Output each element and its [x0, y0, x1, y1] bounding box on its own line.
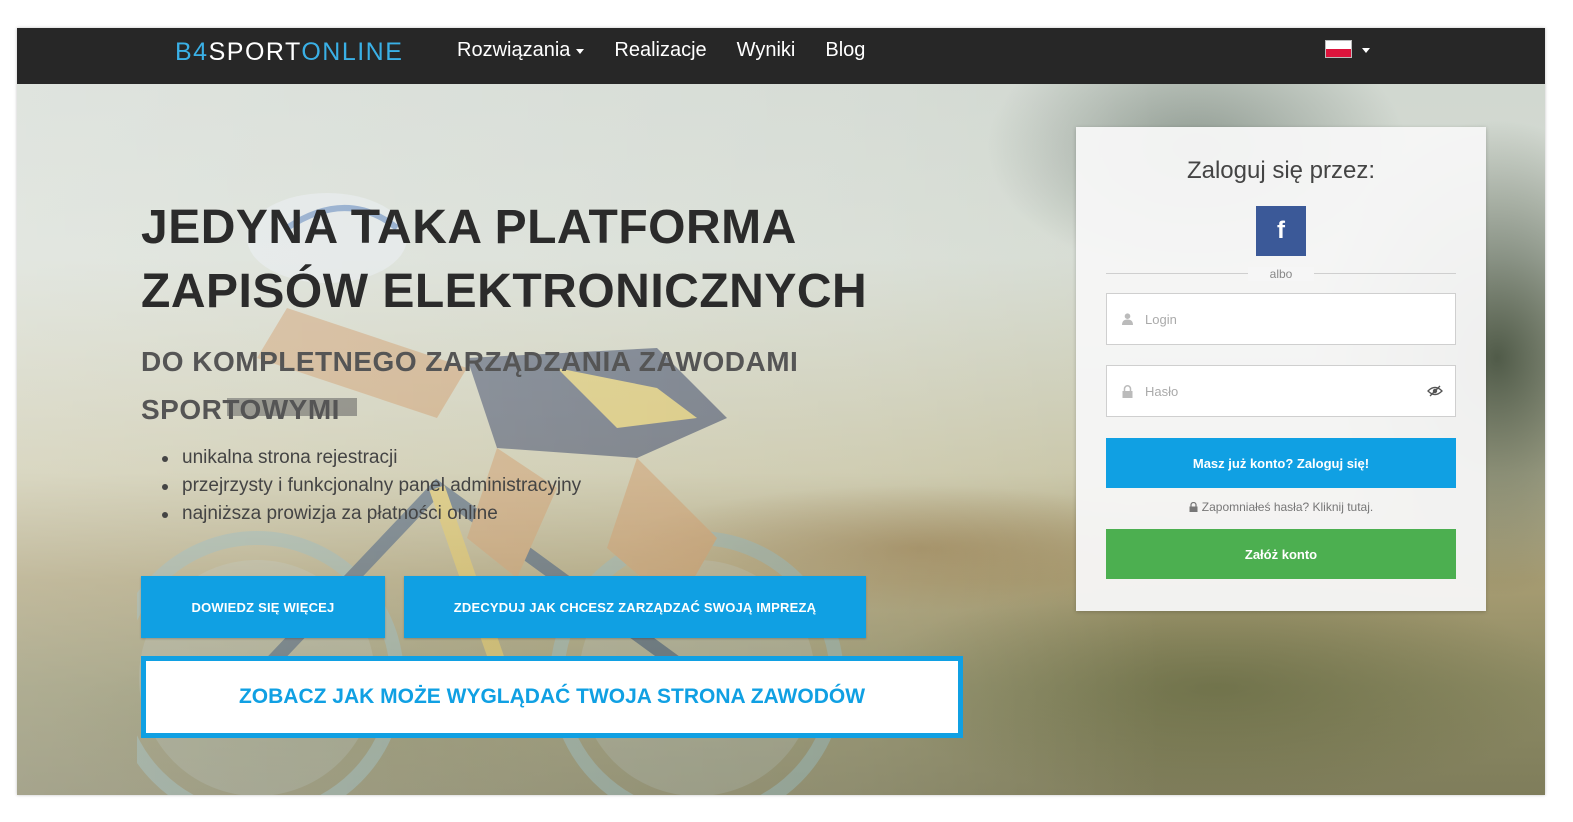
nav-item-label: Rozwiązania [457, 39, 571, 61]
facebook-login-button[interactable]: f [1256, 206, 1306, 256]
forgot-password-label: Zapomniałeś hasła? Kliknij tutaj. [1201, 500, 1374, 514]
login-input[interactable] [1145, 294, 1455, 344]
browser-viewport: B4SPORTONLINE Rozwiązania Realizacje Wyn… [17, 28, 1545, 795]
password-field[interactable] [1106, 365, 1456, 417]
login-button[interactable]: Masz już konto? Zaloguj się! [1106, 438, 1456, 488]
nav-item-realizacje[interactable]: Realizacje [599, 38, 721, 62]
list-item: najniższa prowizja za płatności online [162, 500, 581, 528]
login-panel: Zaloguj się przez: f albo Masz już konto… [1076, 127, 1486, 611]
toggle-password-visibility-icon[interactable] [1427, 385, 1443, 397]
feature-list: unikalna strona rejestracji przejrzysty … [162, 444, 581, 528]
caret-down-icon [1362, 47, 1370, 53]
user-icon [1121, 313, 1133, 325]
top-navbar: B4SPORTONLINE Rozwiązania Realizacje Wyn… [17, 28, 1545, 84]
preview-event-page-button[interactable]: ZOBACZ JAK MOŻE WYGLĄDAĆ TWOJA STRONA ZA… [141, 656, 963, 738]
hero-subheadline: DO KOMPLETNEGO ZARZĄDZANIA ZAWODAMI SPOR… [141, 346, 799, 425]
headline-line-1: JEDYNA TAKA PLATFORMA [141, 201, 797, 254]
nav-item-label: Blog [825, 39, 866, 61]
login-field[interactable] [1106, 293, 1456, 345]
lock-icon [1121, 384, 1133, 398]
forgot-password-link[interactable]: Zapomniałeś hasła? Kliknij tutaj. [1076, 500, 1486, 514]
caret-down-icon [576, 48, 585, 54]
poland-flag-icon [1325, 40, 1352, 58]
nav-item-blog[interactable]: Blog [810, 38, 880, 62]
password-input[interactable] [1145, 366, 1427, 416]
lock-icon [1189, 502, 1198, 512]
list-item: przejrzysty i funkcjonalny panel adminis… [162, 472, 581, 500]
register-button[interactable]: Załóż konto [1106, 529, 1456, 579]
nav-item-label: Realizacje [614, 39, 707, 61]
nav-item-wyniki[interactable]: Wyniki [722, 38, 811, 62]
language-selector[interactable] [1325, 40, 1370, 58]
nav-menu: Rozwiązania Realizacje Wyniki Blog [442, 38, 880, 62]
nav-item-rozwiazania[interactable]: Rozwiązania [442, 38, 599, 62]
facebook-icon: f [1277, 217, 1285, 244]
manage-event-button[interactable]: ZDECYDUJ JAK CHCESZ ZARZĄDZAĆ SWOJĄ IMPR… [404, 576, 866, 638]
hero-headline: JEDYNA TAKA PLATFORMA ZAPISÓW ELEKTRONIC… [141, 196, 941, 324]
learn-more-button[interactable]: DOWIEDZ SIĘ WIĘCEJ [141, 576, 385, 638]
brand-logo[interactable]: B4SPORTONLINE [175, 38, 403, 67]
login-title: Zaloguj się przez: [1186, 157, 1376, 184]
list-item: unikalna strona rejestracji [162, 444, 581, 472]
headline-line-2: ZAPISÓW ELEKTRONICZNYCH [141, 265, 868, 318]
separator-text: albo [1076, 265, 1486, 283]
nav-item-label: Wyniki [736, 39, 796, 61]
